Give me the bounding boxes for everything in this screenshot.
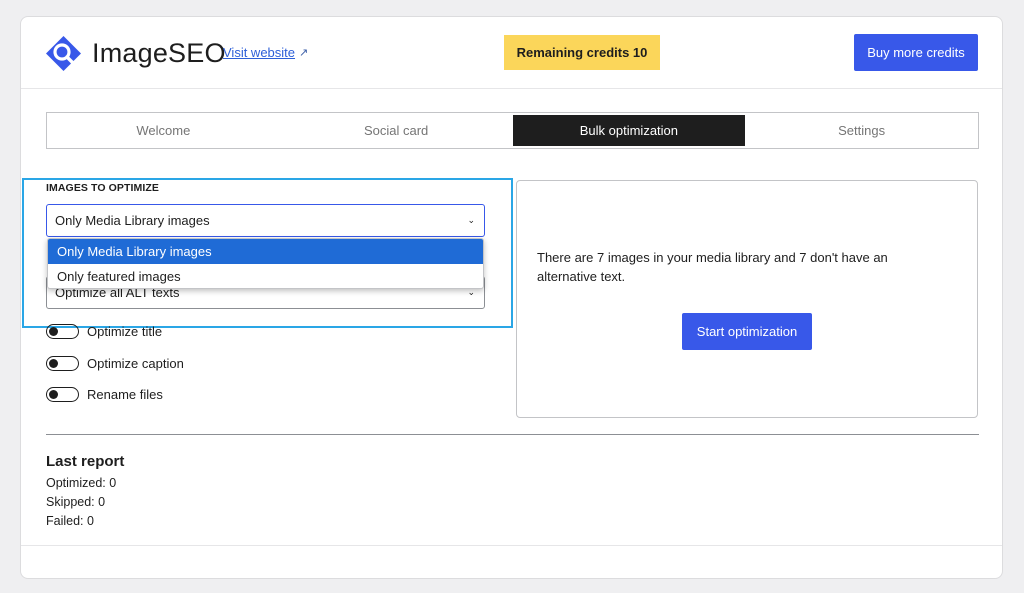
header: ImageSEO Visit website ↗ Remaining credi…: [21, 17, 1002, 89]
tab-welcome[interactable]: Welcome: [47, 113, 280, 148]
rename-files-toggle[interactable]: [46, 387, 79, 402]
remaining-credits-badge: Remaining credits 10: [504, 35, 660, 70]
buy-more-credits-button[interactable]: Buy more credits: [854, 34, 978, 71]
tab-social-card[interactable]: Social card: [280, 113, 513, 148]
optimize-caption-label: Optimize caption: [87, 356, 184, 371]
visit-website-link[interactable]: Visit website: [223, 45, 295, 61]
dropdown-option-media-library[interactable]: Only Media Library images: [48, 239, 483, 264]
start-optimization-button[interactable]: Start optimization: [682, 313, 812, 350]
rename-files-label: Rename files: [87, 387, 163, 402]
settings-card: ImageSEO Visit website ↗ Remaining credi…: [20, 16, 1003, 579]
divider: [46, 434, 979, 435]
toggle-knob: [49, 327, 58, 336]
toggle-row-title: Optimize title: [46, 324, 162, 339]
chevron-down-icon: ⌄: [467, 215, 475, 225]
toggle-row-caption: Optimize caption: [46, 356, 184, 371]
optimize-title-toggle[interactable]: [46, 324, 79, 339]
images-to-optimize-label: IMAGES TO OPTIMIZE: [46, 182, 160, 194]
images-status-text: There are 7 images in your media library…: [537, 250, 888, 284]
optimization-panel: There are 7 images in your media library…: [516, 180, 978, 418]
report-failed: Failed: 0: [46, 514, 94, 528]
images-select-dropdown: Only Media Library images Only featured …: [47, 238, 484, 289]
imageseo-logo-icon: [46, 36, 81, 71]
brand-name: ImageSEO: [92, 38, 226, 68]
images-to-optimize-select[interactable]: Only Media Library images ⌄: [46, 204, 485, 237]
footer-divider: [21, 545, 1002, 546]
toggle-knob: [49, 359, 58, 368]
tab-bar: Welcome Social card Bulk optimization Se…: [46, 112, 979, 149]
tab-settings[interactable]: Settings: [745, 113, 978, 148]
tab-bulk-optimization[interactable]: Bulk optimization: [512, 115, 746, 146]
dropdown-option-featured[interactable]: Only featured images: [48, 264, 483, 288]
report-skipped: Skipped: 0: [46, 495, 106, 509]
last-report-title: Last report: [46, 453, 125, 470]
images-select-value: Only Media Library images: [55, 213, 210, 228]
toggle-knob: [49, 390, 58, 399]
report-optimized: Optimized: 0: [46, 476, 117, 490]
toggle-row-rename: Rename files: [46, 387, 163, 402]
optimize-title-label: Optimize title: [87, 324, 163, 339]
external-link-icon: ↗: [299, 47, 309, 59]
optimize-caption-toggle[interactable]: [46, 356, 79, 371]
